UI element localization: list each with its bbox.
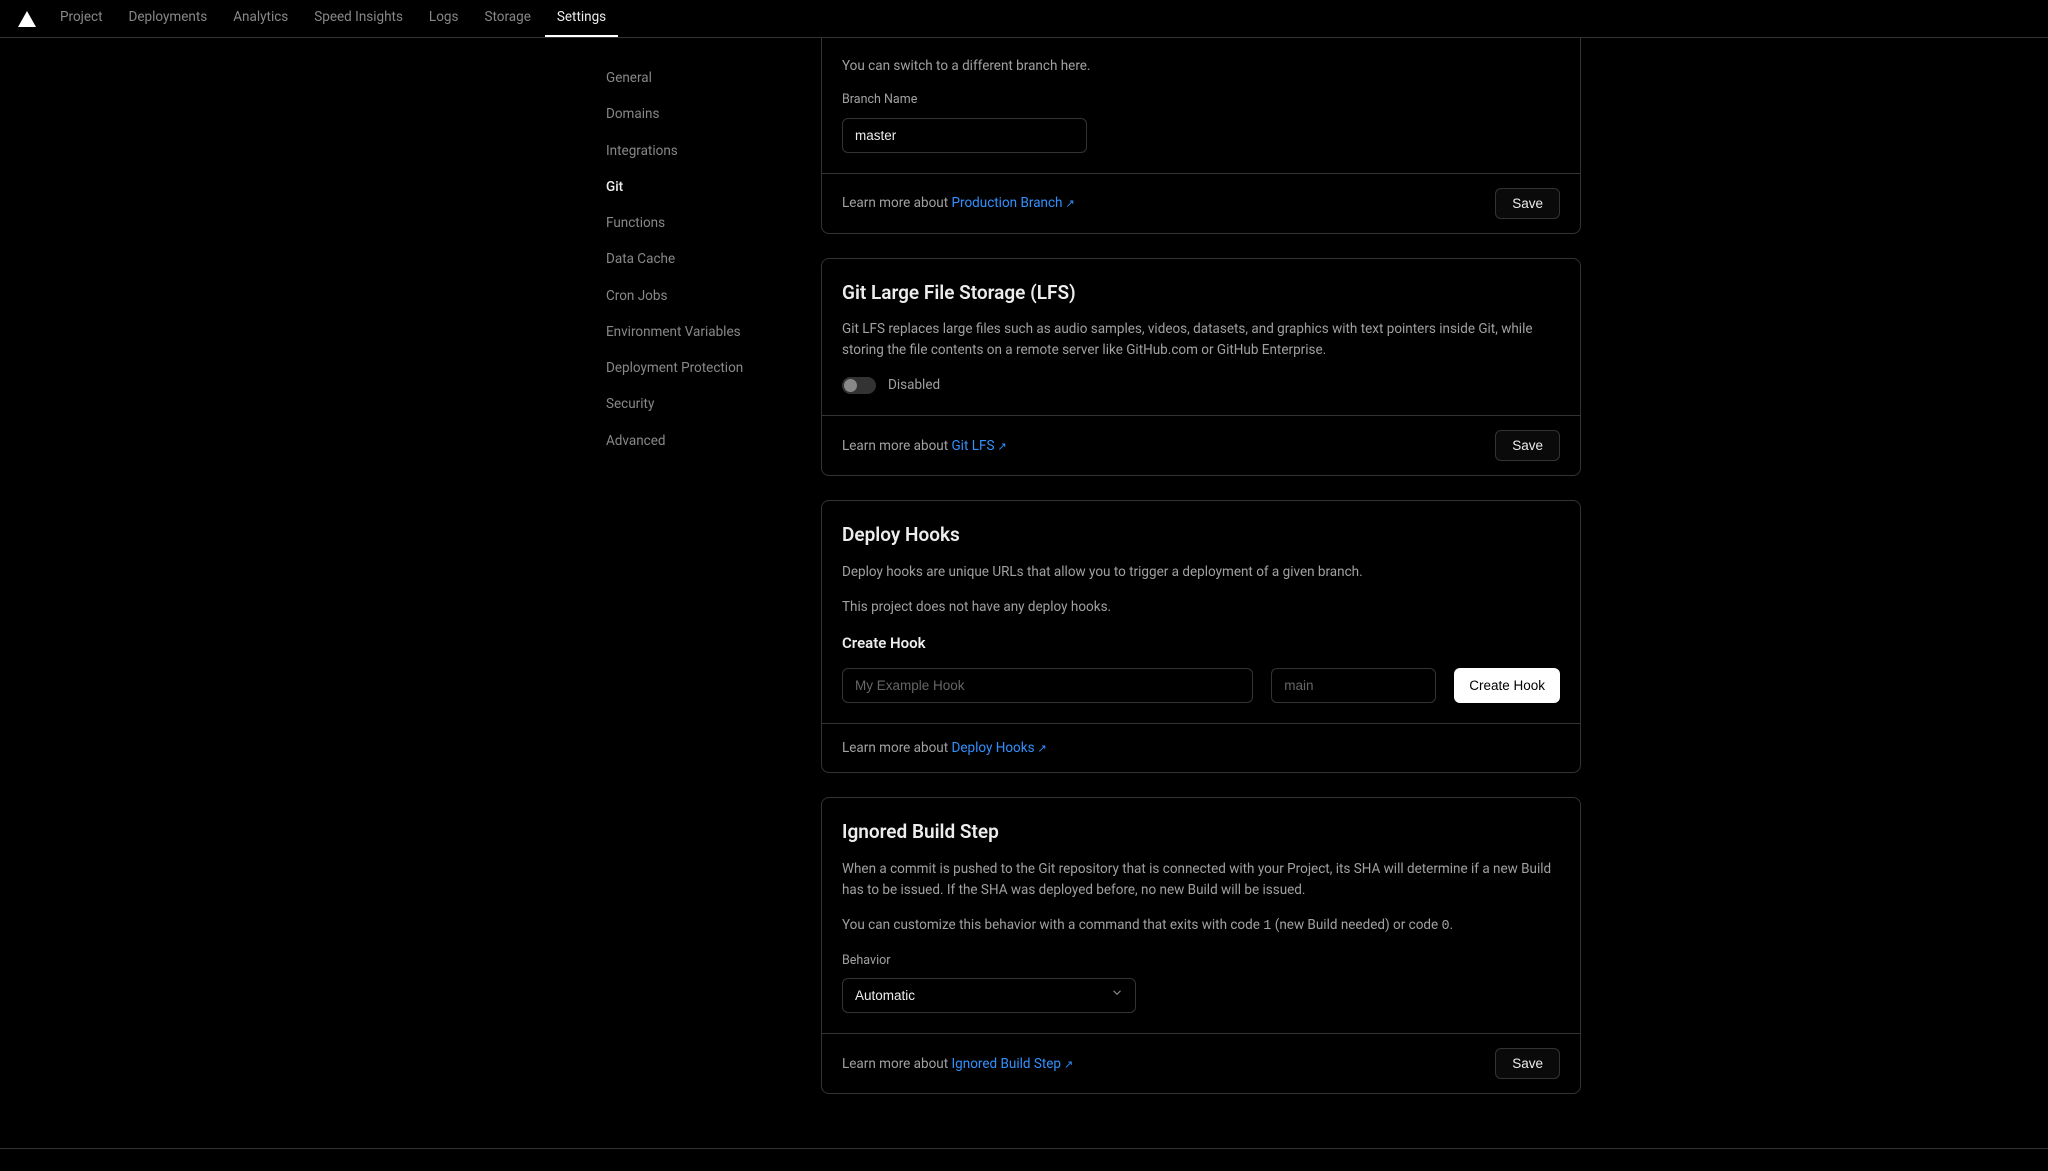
branch-name-input[interactable] — [842, 118, 1087, 153]
create-hook-button[interactable]: Create Hook — [1454, 668, 1560, 703]
tab-analytics[interactable]: Analytics — [221, 0, 300, 37]
hook-name-input[interactable] — [842, 668, 1253, 703]
external-link-icon: ↗ — [997, 439, 1006, 456]
hooks-desc2: This project does not have any deploy ho… — [842, 597, 1560, 618]
behavior-select[interactable]: Automatic — [842, 978, 1136, 1013]
production-branch-card: You can switch to a different branch her… — [821, 38, 1581, 234]
ignored-build-step-link[interactable]: Ignored Build Step↗ — [951, 1056, 1073, 1072]
content: You can switch to a different branch her… — [821, 38, 1581, 1148]
hooks-learn-more: Learn more about Deploy Hooks↗ — [842, 738, 1047, 758]
external-link-icon: ↗ — [1066, 196, 1075, 213]
tab-speed-insights[interactable]: Speed Insights — [302, 0, 415, 37]
git-lfs-card: Git Large File Storage (LFS) Git LFS rep… — [821, 258, 1581, 477]
sidebar-item-domains[interactable]: Domains — [606, 96, 821, 132]
toggle-knob-icon — [844, 379, 857, 392]
tab-project[interactable]: Project — [48, 0, 115, 37]
create-hook-subtitle: Create Hook — [842, 632, 1560, 655]
sidebar-item-advanced[interactable]: Advanced — [606, 423, 821, 459]
branch-learn-more: Learn more about Production Branch↗ — [842, 193, 1075, 213]
lfs-toggle[interactable] — [842, 377, 876, 394]
lfs-toggle-label: Disabled — [888, 375, 940, 395]
nav-tabs: Project Deployments Analytics Speed Insi… — [48, 0, 618, 37]
lfs-learn-more: Learn more about Git LFS↗ — [842, 436, 1007, 456]
production-branch-link[interactable]: Production Branch↗ — [951, 195, 1074, 211]
sidebar-item-functions[interactable]: Functions — [606, 205, 821, 241]
vercel-logo-icon[interactable] — [18, 11, 36, 27]
tab-storage[interactable]: Storage — [472, 0, 542, 37]
sidebar-item-security[interactable]: Security — [606, 386, 821, 422]
ignored-save-button[interactable]: Save — [1495, 1048, 1560, 1079]
ignored-learn-more: Learn more about Ignored Build Step↗ — [842, 1054, 1073, 1074]
deploy-hooks-link[interactable]: Deploy Hooks↗ — [951, 740, 1046, 756]
branch-desc: You can switch to a different branch her… — [842, 56, 1560, 77]
hook-branch-input[interactable] — [1271, 668, 1436, 703]
sidebar-item-env-vars[interactable]: Environment Variables — [606, 314, 821, 350]
ignored-desc1: When a commit is pushed to the Git repos… — [842, 859, 1560, 901]
settings-sidebar: General Domains Integrations Git Functio… — [276, 38, 821, 1148]
sidebar-item-integrations[interactable]: Integrations — [606, 133, 821, 169]
lfs-title: Git Large File Storage (LFS) — [842, 279, 1560, 308]
sidebar-item-deployment-protection[interactable]: Deployment Protection — [606, 350, 821, 386]
top-nav: Project Deployments Analytics Speed Insi… — [0, 0, 2048, 38]
sidebar-item-general[interactable]: General — [606, 60, 821, 96]
ignored-desc2: You can customize this behavior with a c… — [842, 915, 1560, 938]
sidebar-item-cron-jobs[interactable]: Cron Jobs — [606, 278, 821, 314]
hooks-title: Deploy Hooks — [842, 521, 1560, 550]
lfs-desc: Git LFS replaces large files such as aud… — [842, 319, 1560, 361]
branch-save-button[interactable]: Save — [1495, 188, 1560, 219]
behavior-label: Behavior — [842, 952, 1560, 971]
external-link-icon: ↗ — [1038, 741, 1047, 758]
ignored-title: Ignored Build Step — [842, 818, 1560, 847]
external-link-icon: ↗ — [1064, 1057, 1073, 1074]
lfs-save-button[interactable]: Save — [1495, 430, 1560, 461]
sidebar-item-data-cache[interactable]: Data Cache — [606, 241, 821, 277]
tab-settings[interactable]: Settings — [545, 0, 618, 37]
tab-deployments[interactable]: Deployments — [117, 0, 220, 37]
tab-logs[interactable]: Logs — [417, 0, 471, 37]
sidebar-item-git[interactable]: Git — [606, 169, 821, 205]
branch-name-label: Branch Name — [842, 91, 1560, 110]
hooks-desc1: Deploy hooks are unique URLs that allow … — [842, 562, 1560, 583]
deploy-hooks-card: Deploy Hooks Deploy hooks are unique URL… — [821, 500, 1581, 773]
page-footer — [0, 1148, 2048, 1171]
git-lfs-link[interactable]: Git LFS↗ — [951, 438, 1006, 454]
ignored-build-step-card: Ignored Build Step When a commit is push… — [821, 797, 1581, 1094]
